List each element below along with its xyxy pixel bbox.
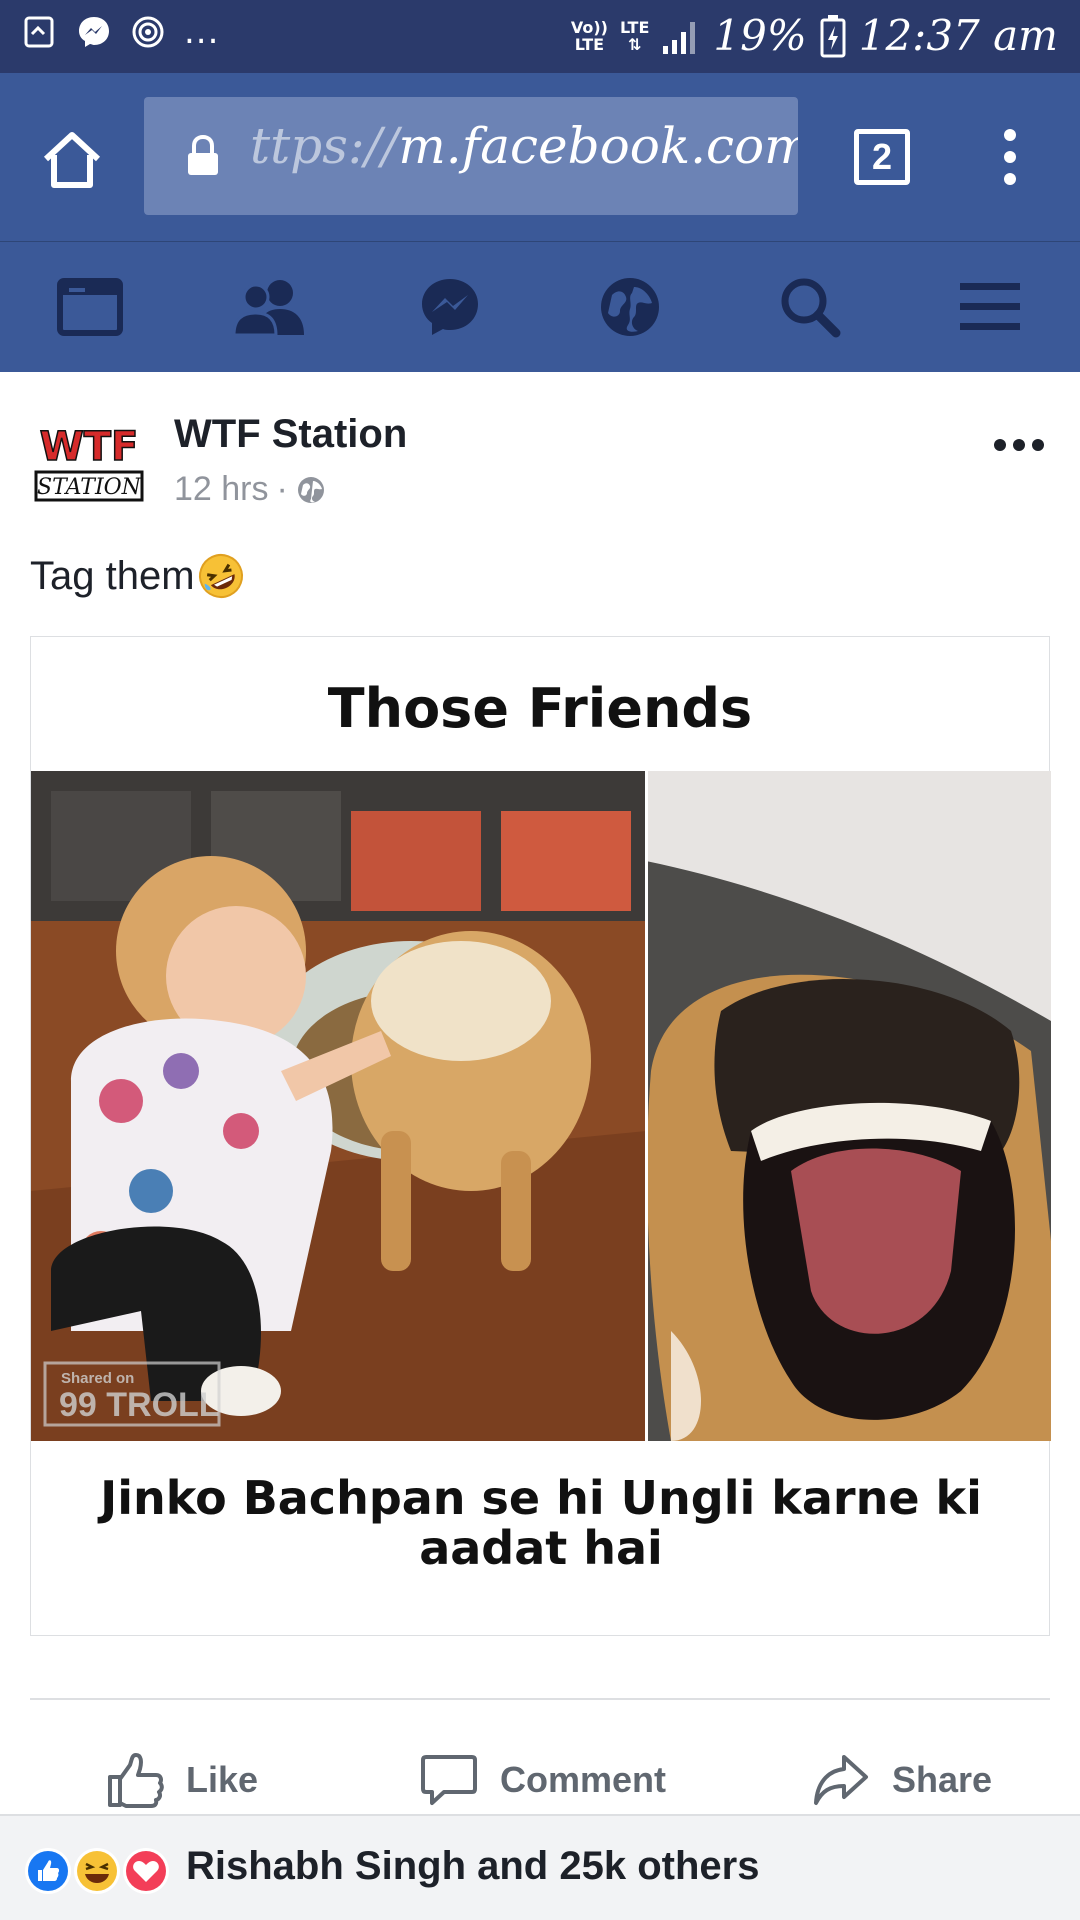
facebook-nav-bar xyxy=(0,241,1080,372)
like-label: Like xyxy=(186,1759,259,1800)
address-bar[interactable]: ttps://m.facebook.com/: xyxy=(144,97,798,215)
post-author[interactable]: WTF Station xyxy=(174,412,407,457)
url-scheme: ttps:// xyxy=(250,117,399,175)
comment-icon xyxy=(421,1755,477,1805)
watermark-line-2: 99 TROLL xyxy=(59,1386,220,1424)
post-caption-text: Tag them xyxy=(30,553,195,598)
hamburger-menu-icon xyxy=(960,283,1020,330)
url-text[interactable]: ttps://m.facebook.com/: xyxy=(250,117,798,175)
notifications-tab[interactable] xyxy=(590,272,670,342)
friend-requests-tab[interactable] xyxy=(230,272,310,342)
post-divider xyxy=(30,1698,1050,1700)
news-feed-icon xyxy=(57,278,123,336)
globe-nav-icon xyxy=(601,278,659,336)
avatar-logo-station: STATION xyxy=(37,475,142,500)
meta-separator: · xyxy=(276,470,288,508)
status-bar-right: Vo)) LTE LTE ⇅ 19% 12:37 am xyxy=(571,10,1058,62)
friends-icon xyxy=(232,280,304,337)
avatar-logo-wtf: WTF xyxy=(40,424,139,470)
menu-tab[interactable] xyxy=(950,272,1030,342)
comment-label: Comment xyxy=(500,1759,667,1800)
post-options-icon[interactable] xyxy=(992,430,1046,460)
rolling-laughing-emoji-icon xyxy=(198,554,243,598)
messages-tab[interactable] xyxy=(410,272,490,342)
lock-icon xyxy=(188,135,218,175)
browser-toolbar: ttps://m.facebook.com/: 2 xyxy=(0,73,1080,241)
share-arrow-icon xyxy=(814,1755,868,1805)
public-globe-icon xyxy=(297,476,324,503)
volte-bottom: LTE xyxy=(574,35,605,54)
signal-icon xyxy=(663,22,696,54)
search-icon xyxy=(781,278,841,338)
post-caption: Tag them xyxy=(30,552,245,600)
watermark-line-1: Shared on xyxy=(61,1370,134,1387)
reaction-icons xyxy=(25,1848,169,1894)
page-avatar[interactable]: WTF STATION xyxy=(30,412,148,512)
messenger-nav-icon xyxy=(422,279,478,335)
screenshot-icon xyxy=(24,16,54,48)
clock: 12:37 am xyxy=(858,11,1058,60)
post-time[interactable]: 12 hrs xyxy=(174,470,269,509)
battery-icon xyxy=(820,15,846,58)
reactions-summary-text[interactable]: Rishabh Singh and 25k others xyxy=(186,1844,759,1889)
notification-overflow: ... xyxy=(184,12,220,52)
image-caption: Jinko Bachpan se hi Ungli karne ki aadat… xyxy=(100,1471,982,1575)
news-feed-tab[interactable] xyxy=(50,272,130,342)
reactions-summary[interactable]: Rishabh Singh and 25k others xyxy=(0,1814,1080,1920)
image-title: Those Friends xyxy=(327,677,753,740)
volte-indicator: Vo)) LTE xyxy=(571,19,608,53)
search-tab[interactable] xyxy=(770,272,850,342)
meme-photo[interactable]: Shared on 99 TROLL xyxy=(31,771,1051,1441)
thumbs-up-icon xyxy=(108,1753,164,1808)
status-bar-left: ... xyxy=(22,14,219,50)
lte-label: LTE xyxy=(619,18,650,37)
data-arrows-icon: ⇅ xyxy=(627,35,642,54)
post-meta: 12 hrs · xyxy=(174,470,326,509)
battery-percent: 19% xyxy=(713,11,807,60)
url-host: m.facebook.com/ xyxy=(398,117,798,175)
messenger-icon xyxy=(79,17,109,47)
overflow-menu-icon[interactable] xyxy=(990,125,1030,189)
haha-reaction-icon xyxy=(77,1851,117,1891)
post-image-card[interactable]: Those Friends Shared on 99 TROLL Jinko B… xyxy=(30,636,1051,1636)
tab-switcher-button[interactable]: 2 xyxy=(854,129,910,185)
home-icon[interactable] xyxy=(38,125,106,193)
volte-top: Vo)) xyxy=(570,18,608,37)
share-label: Share xyxy=(892,1759,993,1800)
radio-icon xyxy=(132,16,164,48)
lte-indicator: LTE ⇅ xyxy=(620,19,649,53)
status-bar: ... Vo)) LTE LTE ⇅ 19% 12:37 am xyxy=(0,0,1080,73)
